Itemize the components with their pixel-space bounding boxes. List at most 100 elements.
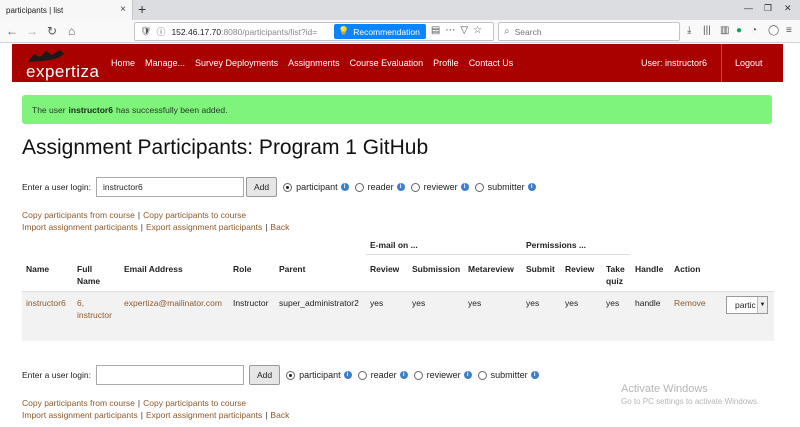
- back-icon[interactable]: ←: [6, 23, 18, 39]
- logout-link[interactable]: Logout: [735, 58, 763, 68]
- close-window-icon[interactable]: ✕: [784, 3, 792, 14]
- copy-to-course-link[interactable]: Copy participants to course: [143, 210, 246, 220]
- participant-links-top: Copy participants from course | Copy parti…: [22, 210, 290, 232]
- search-bar[interactable]: ⌕: [498, 22, 680, 41]
- sidebar-icon[interactable]: ▥: [720, 25, 729, 36]
- tab-close-icon[interactable]: ×: [120, 4, 126, 15]
- url-bar[interactable]: 🛡 ⓘ 152.46.17.70:8080/participants/list?…: [134, 22, 494, 41]
- col-review: Review: [370, 264, 400, 274]
- copy-from-course-link[interactable]: Copy participants from course: [22, 210, 135, 220]
- menu-item-contact-us[interactable]: Contact Us: [469, 58, 514, 68]
- menu-item-assignments[interactable]: Assignments: [288, 58, 340, 68]
- home-icon[interactable]: ⌂: [68, 23, 75, 39]
- radio-reader-bottom[interactable]: [357, 370, 367, 380]
- cell-review-perm: yes: [565, 298, 579, 308]
- flash-success: The user instructor6 has successfully be…: [22, 95, 772, 124]
- copy-from-course-link[interactable]: Copy participants from course: [22, 398, 135, 408]
- cell-name-link[interactable]: instructor6: [26, 297, 66, 309]
- add-button-top[interactable]: Add: [245, 177, 278, 197]
- login-input-bottom[interactable]: [95, 365, 244, 385]
- cell-submit: yes: [526, 298, 540, 308]
- grammarly-icon[interactable]: ●: [736, 25, 742, 36]
- radio-reader[interactable]: [354, 182, 364, 192]
- radio-participant-bottom[interactable]: [286, 370, 296, 380]
- shield-icon[interactable]: 🛡: [140, 26, 151, 37]
- logo-text[interactable]: expertiza: [26, 62, 99, 82]
- radio-submitter[interactable]: [474, 182, 484, 192]
- info-icon[interactable]: i: [340, 183, 349, 191]
- flash-user: instructor6: [68, 104, 113, 115]
- col-review-perm: Review: [565, 264, 595, 274]
- add-button-bottom[interactable]: Add: [248, 365, 281, 385]
- participants-table: E-mail on ... Permissions ... Name Full N…: [22, 233, 774, 341]
- participant-links-bottom: Copy participants from course | Copy parti…: [22, 398, 290, 420]
- browser-nav-bar: ← → ↻ ⌂ 🛡 ⓘ 152.46.17.70:8080/participan…: [0, 20, 800, 43]
- back-link[interactable]: Back: [270, 222, 289, 232]
- import-participants-link[interactable]: Import assignment participants: [22, 222, 138, 232]
- recommendation-button[interactable]: 💡 Recommendation: [334, 24, 426, 39]
- login-input-top[interactable]: [95, 177, 244, 197]
- browser-tab[interactable]: participants | list ×: [0, 0, 133, 20]
- download-icon[interactable]: ⤓: [687, 25, 691, 36]
- app-header: expertiza Home Manage... Survey Deployme…: [12, 44, 783, 82]
- copy-to-course-link[interactable]: Copy participants to course: [143, 398, 246, 408]
- cell-full-name-link[interactable]: 6, instructor: [77, 297, 112, 321]
- info-icon[interactable]: i: [527, 183, 536, 191]
- url-text[interactable]: 152.46.17.70:8080/participants/list?id=: [171, 27, 321, 37]
- search-icon: ⌕: [504, 26, 510, 37]
- tab-title: participants | list: [6, 5, 64, 15]
- menu-item-survey-deployments[interactable]: Survey Deployments: [195, 58, 278, 68]
- header-divider: [721, 44, 722, 82]
- search-input[interactable]: [514, 26, 665, 37]
- info-icon[interactable]: i: [463, 371, 472, 379]
- chevron-down-icon: ▼: [757, 297, 767, 313]
- radio-submitter-bottom[interactable]: [477, 370, 487, 380]
- add-user-form-top: Enter a user login: Add participanti rea…: [22, 176, 536, 198]
- col-handle: Handle: [635, 264, 664, 274]
- col-metareview: Metareview: [468, 264, 514, 274]
- remove-link[interactable]: Remove: [674, 297, 706, 309]
- col-role: Role: [233, 264, 252, 274]
- minimize-icon[interactable]: —: [744, 3, 753, 13]
- role-select[interactable]: partic ▼: [726, 296, 768, 314]
- menu-item-home[interactable]: Home: [111, 58, 135, 68]
- page-info-icon[interactable]: ⓘ: [156, 25, 165, 38]
- extension-icon[interactable]: ◔: [751, 25, 757, 36]
- import-participants-link[interactable]: Import assignment participants: [22, 410, 138, 420]
- info-icon[interactable]: i: [396, 183, 405, 191]
- info-icon[interactable]: i: [343, 371, 352, 379]
- info-icon[interactable]: i: [530, 371, 539, 379]
- menu-icon[interactable]: ≡: [786, 25, 792, 36]
- menu-item-profile[interactable]: Profile: [433, 58, 459, 68]
- back-link[interactable]: Back: [270, 410, 289, 420]
- radio-reviewer-bottom[interactable]: [413, 370, 423, 380]
- cell-email-link[interactable]: expertiza@mailinator.com: [124, 297, 222, 309]
- forward-icon[interactable]: →: [26, 23, 38, 39]
- menu-item-course-evaluation[interactable]: Course Evaluation: [350, 58, 424, 68]
- col-parent: Parent: [279, 264, 306, 274]
- info-icon[interactable]: i: [460, 183, 469, 191]
- col-take-quiz: Take quiz: [606, 264, 625, 286]
- cell-handle: handle: [635, 298, 661, 308]
- reload-icon[interactable]: ↻: [47, 23, 57, 39]
- info-icon[interactable]: i: [399, 371, 408, 379]
- menu-item-manage[interactable]: Manage...: [145, 58, 185, 68]
- login-label: Enter a user login:: [22, 182, 91, 192]
- cell-submission: yes: [412, 298, 426, 308]
- radio-reviewer[interactable]: [410, 182, 420, 192]
- new-tab-icon[interactable]: +: [138, 1, 146, 17]
- col-name: Name: [26, 264, 50, 274]
- page-title: Assignment Participants: Program 1 GitHu…: [22, 136, 429, 159]
- maximize-icon[interactable]: ❐: [764, 3, 772, 14]
- export-participants-link[interactable]: Export assignment participants: [146, 222, 262, 232]
- url-actions[interactable]: ▤⋯▽☆: [431, 25, 487, 36]
- group-header-email: E-mail on ...: [366, 233, 522, 255]
- cell-review: yes: [370, 298, 384, 308]
- add-user-form-bottom: Enter a user login: Add participant i rea…: [22, 364, 539, 386]
- lightbulb-icon: 💡: [338, 26, 350, 36]
- export-participants-link[interactable]: Export assignment participants: [146, 410, 262, 420]
- library-icon[interactable]: |||: [703, 25, 711, 36]
- radio-participant[interactable]: [283, 182, 293, 192]
- browser-tab-bar: participants | list × + — ❐ ✕: [0, 0, 800, 20]
- account-icon[interactable]: ◯: [768, 25, 779, 36]
